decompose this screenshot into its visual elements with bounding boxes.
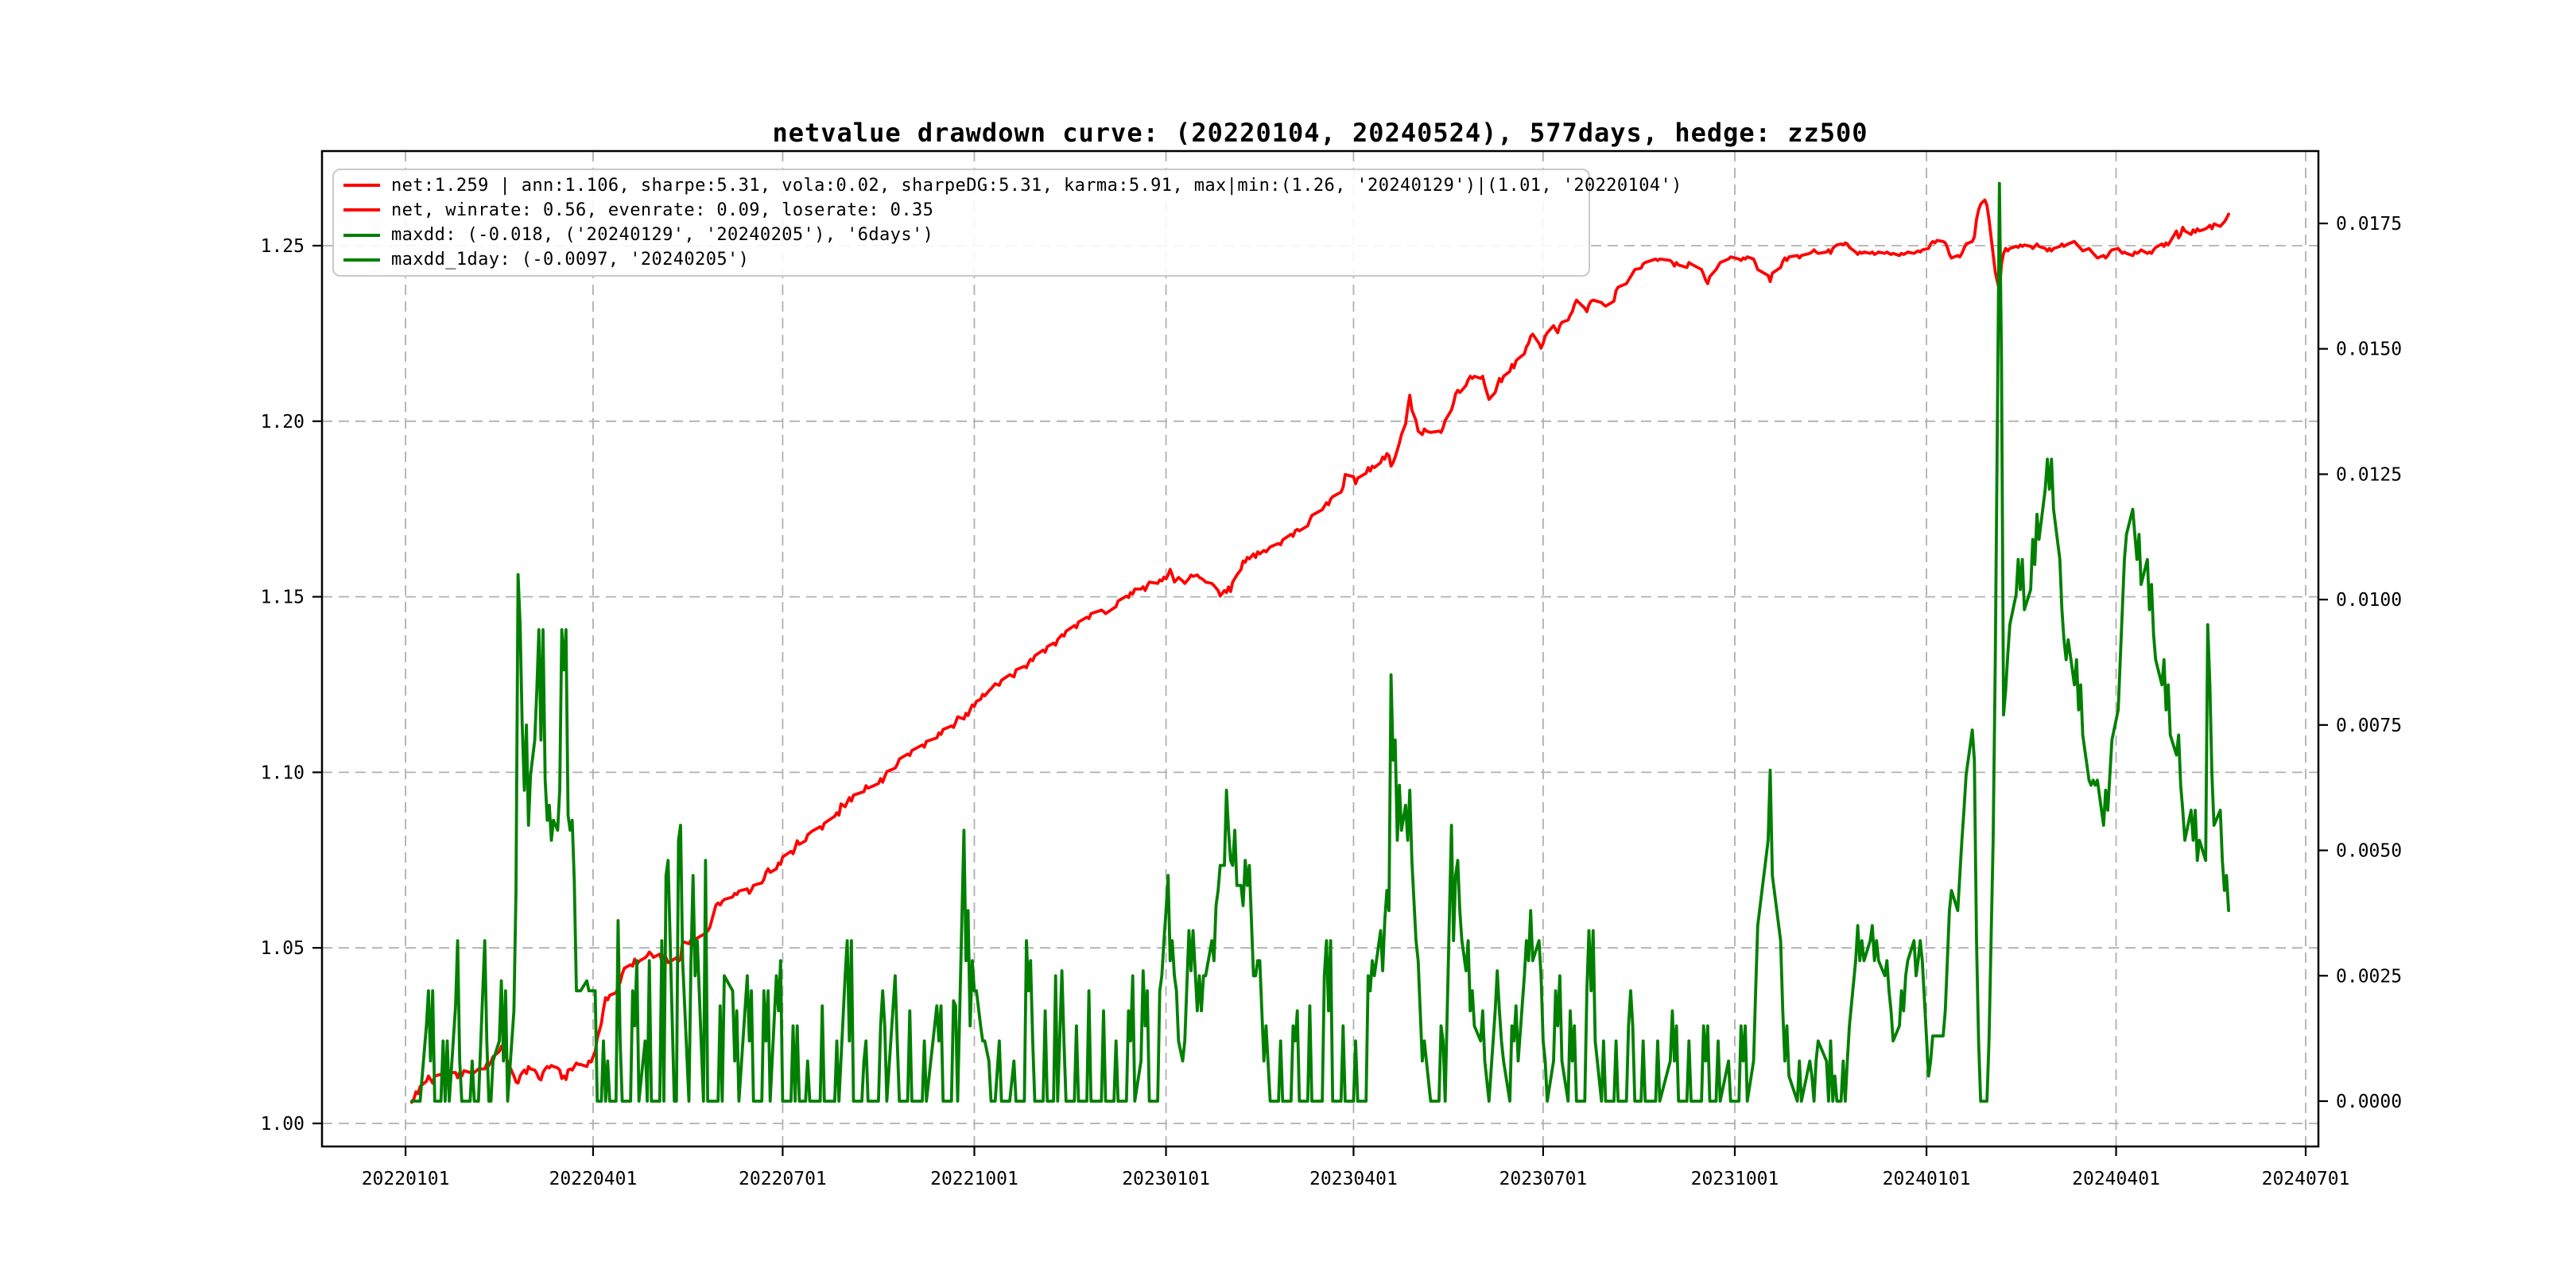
svg-text:20220101: 20220101: [362, 1169, 450, 1189]
chart-title: netvalue drawdown curve: (20220104, 2024…: [322, 118, 2318, 148]
svg-text:1.20: 1.20: [261, 412, 305, 433]
svg-text:1.00: 1.00: [261, 1114, 305, 1135]
svg-text:1.05: 1.05: [261, 938, 305, 959]
svg-text:1.10: 1.10: [261, 762, 305, 783]
series-drawdown: [412, 184, 2229, 1101]
svg-text:20231001: 20231001: [1691, 1169, 1779, 1189]
svg-text:20240401: 20240401: [2072, 1169, 2160, 1189]
svg-text:20230401: 20230401: [1309, 1169, 1398, 1189]
svg-text:0.0050: 0.0050: [2336, 841, 2402, 862]
svg-text:20220401: 20220401: [549, 1169, 638, 1189]
legend-item: maxdd: (-0.018, ('20240129', '20240205')…: [343, 224, 1589, 246]
legend-item-label: maxdd_1day: (-0.0097, '20240205'): [391, 250, 749, 270]
svg-text:0.0100: 0.0100: [2336, 590, 2402, 611]
svg-text:0.0075: 0.0075: [2336, 716, 2402, 736]
legend-item: net:1.259 | ann:1.106, sharpe:5.31, vola…: [343, 174, 1589, 196]
legend-line-winrate-icon: [343, 208, 380, 211]
legend-line-maxdd-icon: [343, 234, 380, 237]
svg-text:1.15: 1.15: [261, 588, 305, 608]
svg-text:20221001: 20221001: [930, 1169, 1018, 1189]
svg-text:20220701: 20220701: [739, 1169, 827, 1189]
legend-item-label: maxdd: (-0.018, ('20240129', '20240205')…: [391, 225, 933, 245]
figure: 20220101 20220401 20220701 20221001 20230101…: [0, 0, 2576, 1288]
legend-item-label: net, winrate: 0.56, evenrate: 0.09, lose…: [391, 200, 933, 220]
legend-line-maxdd1day-icon: [343, 258, 380, 262]
svg-text:0.0125: 0.0125: [2336, 464, 2402, 485]
svg-text:0.0150: 0.0150: [2336, 339, 2402, 360]
svg-text:20230101: 20230101: [1122, 1169, 1210, 1189]
svg-text:1.25: 1.25: [261, 236, 305, 257]
svg-text:0.0000: 0.0000: [2336, 1092, 2402, 1112]
legend-line-net-icon: [343, 184, 380, 187]
legend: net:1.259 | ann:1.106, sharpe:5.31, vola…: [332, 169, 1590, 277]
svg-text:0.0025: 0.0025: [2336, 966, 2402, 987]
legend-item-label: net:1.259 | ann:1.106, sharpe:5.31, vola…: [391, 176, 1682, 196]
svg-text:20240101: 20240101: [1883, 1169, 1971, 1189]
legend-item: maxdd_1day: (-0.0097, '20240205'): [343, 249, 1589, 271]
legend-item: net, winrate: 0.56, evenrate: 0.09, lose…: [343, 199, 1589, 221]
svg-text:20230701: 20230701: [1499, 1169, 1588, 1189]
svg-text:20240701: 20240701: [2262, 1169, 2350, 1189]
svg-text:0.0175: 0.0175: [2336, 214, 2402, 235]
